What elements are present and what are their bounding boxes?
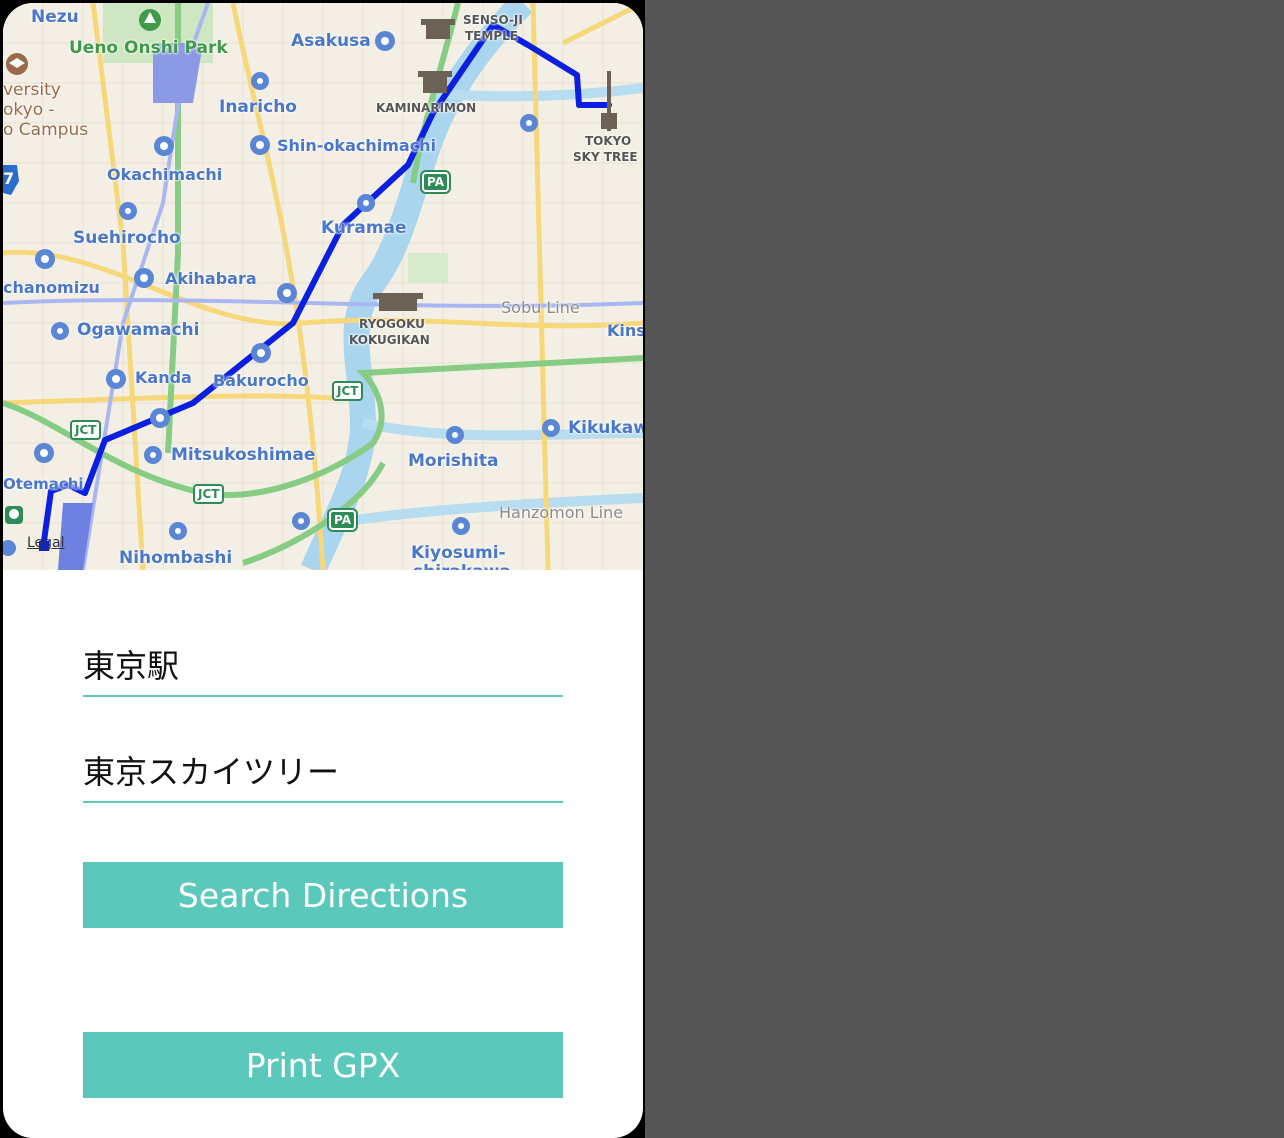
origin-input[interactable]	[83, 633, 563, 697]
map-label-kuramae: Kuramae	[321, 218, 407, 238]
parking-area-badge: PA	[422, 172, 449, 192]
map-label-senso-ji: SENSO-JI	[463, 13, 523, 27]
map-label-bakurocho: Bakurocho	[213, 371, 309, 390]
map-label-nezu: Nezu	[31, 7, 79, 27]
map-label-university-2: okyo -	[3, 100, 55, 120]
map-label-ueno-onshi-park: Ueno Onshi Park	[69, 38, 228, 58]
map-label-kanda: Kanda	[135, 368, 192, 387]
map-label-suehirocho: Suehirocho	[73, 228, 181, 248]
map-label-university: versity	[3, 80, 61, 100]
map-label-ogawamachi: Ogawamachi	[77, 320, 200, 340]
map-label-shirakawa: shirakawa	[413, 562, 511, 570]
route-7-shield-icon: 7	[3, 169, 15, 188]
map-label-mitsukoshimae: Mitsukoshimae	[171, 445, 316, 465]
map-label-temple: TEMPLE	[465, 29, 518, 43]
map-legal-link[interactable]: Legal	[27, 535, 65, 551]
search-directions-button[interactable]: Search Directions	[83, 862, 563, 928]
map-label-sky-tree: SKY TREE	[573, 150, 638, 164]
map-label-inaricho: Inaricho	[219, 97, 297, 117]
map-label-hanzomon-line: Hanzomon Line	[499, 503, 624, 522]
map-view[interactable]: Nezu Ueno Onshi Park Asakusa SENSO-JI TE…	[3, 3, 643, 570]
map-label-ryogoku: RYOGOKU	[359, 317, 425, 331]
map-label-kinshicho: Kins	[607, 321, 643, 340]
map-label-nihombashi: Nihombashi	[119, 548, 233, 568]
destination-input[interactable]	[83, 739, 563, 803]
map-label-university-3: o Campus	[3, 120, 89, 140]
map-label-tokyo: TOKYO	[585, 134, 632, 148]
app-screen: Nezu Ueno Onshi Park Asakusa SENSO-JI TE…	[3, 3, 643, 1138]
map-label-shin-okachimachi: Shin-okachimachi	[277, 136, 437, 155]
parking-area-badge: PA	[329, 510, 356, 530]
map-label-kikukawa: Kikukaw	[568, 418, 643, 438]
map-label-morishita: Morishita	[408, 451, 499, 471]
map-label-kokugikan: KOKUGIKAN	[349, 333, 430, 347]
map-label-otemachi: Otemachi	[3, 475, 84, 493]
map-label-kiyosumi: Kiyosumi-	[411, 543, 506, 563]
print-gpx-button[interactable]: Print GPX	[83, 1032, 563, 1098]
junction-badge: JCT	[70, 420, 102, 440]
junction-badge: JCT	[193, 484, 225, 504]
map-label-sobu-line: Sobu Line	[501, 298, 580, 317]
junction-badge: JCT	[332, 381, 364, 401]
map-label-akihabara: Akihabara	[165, 269, 257, 288]
map-label-kaminarimon: KAMINARIMON	[376, 101, 477, 115]
map-label-ochanomizu: chanomizu	[3, 278, 100, 297]
map-label-asakusa: Asakusa	[291, 31, 371, 51]
map-label-okachimachi: Okachimachi	[107, 165, 223, 184]
